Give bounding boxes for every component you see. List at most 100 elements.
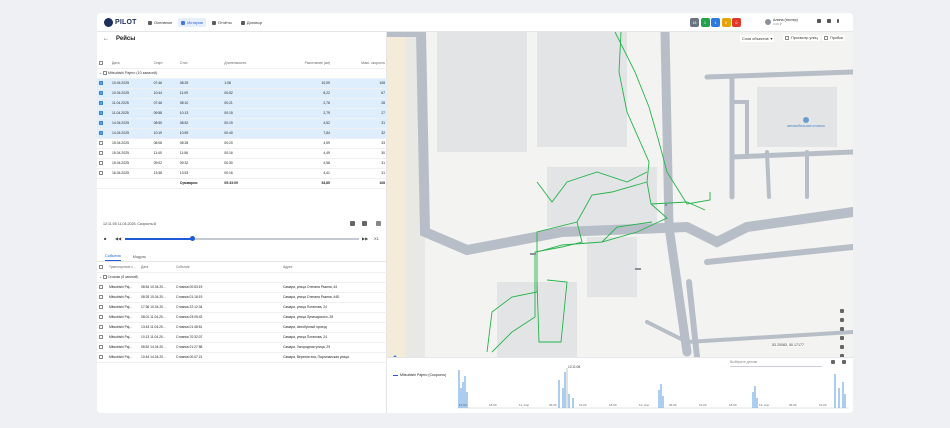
- column-header[interactable]: Длительность: [222, 58, 274, 69]
- row-checkbox[interactable]: [99, 315, 103, 320]
- table-row[interactable]: 11.04.2025 07:46 08:10 00:21 2,76 28: [97, 98, 387, 109]
- column-header[interactable]: Расстояние (км): [273, 58, 332, 69]
- row-checkbox[interactable]: [99, 171, 103, 176]
- rewind-button[interactable]: ◀◀: [115, 236, 121, 241]
- track-player: 12:11:05 11.04.2025. Скорость:8 ■ ◀◀ ▶▶ …: [97, 220, 387, 250]
- table-row[interactable]: 11.04.2025 09:58 10:13 00:15 2,79 27: [97, 108, 387, 119]
- row-checkbox[interactable]: [99, 81, 103, 86]
- status-badge-online[interactable]: 1: [700, 18, 710, 27]
- history-icon: [181, 20, 186, 25]
- traffic-checkbox[interactable]: [824, 36, 828, 40]
- user-menu[interactable]: Алина (тестер) 0,00 ₽: [765, 18, 798, 26]
- nav-item-reports[interactable]: Отчёты: [209, 18, 235, 27]
- zoom-out-icon[interactable]: [840, 318, 844, 322]
- ruler-icon[interactable]: [840, 345, 844, 349]
- close-icon[interactable]: [376, 221, 381, 226]
- back-arrow-icon[interactable]: ←: [103, 36, 109, 42]
- more-icon[interactable]: [837, 19, 839, 23]
- street-view-checkbox[interactable]: [785, 36, 789, 40]
- home-icon[interactable]: [362, 221, 367, 226]
- print-icon[interactable]: [840, 327, 844, 331]
- group-row[interactable]: ⌄ Mitsubishi Pajero (10 записей): [97, 68, 387, 79]
- table-row[interactable]: 15.04.2025 08:08 08:28 00:20 4,59 33: [97, 138, 387, 149]
- row-checkbox[interactable]: [99, 335, 103, 340]
- status-badge-warning[interactable]: 0: [721, 18, 731, 27]
- column-header[interactable]: Дата: [110, 58, 152, 69]
- table-row[interactable]: Mitsubishi Paj... 13:43 11.04.20... Стоя…: [97, 322, 387, 333]
- row-checkbox[interactable]: [99, 325, 103, 330]
- traffic-toggle[interactable]: Пробки: [822, 35, 845, 41]
- row-checkbox[interactable]: [99, 141, 103, 146]
- column-header[interactable]: Транспортное с...: [107, 262, 139, 273]
- status-badge-total[interactable]: 15: [690, 18, 699, 27]
- table-row[interactable]: 15.04.2025 09:02 09:32 00:30 4,58 31: [97, 158, 387, 169]
- table-row[interactable]: Mitsubishi Paj... 08:01 11.04.20... Стоя…: [97, 312, 387, 323]
- row-checkbox[interactable]: [99, 91, 103, 96]
- row-checkbox[interactable]: [99, 151, 103, 156]
- column-header[interactable]: Событие: [174, 262, 281, 273]
- nav-item-main[interactable]: Основное: [145, 18, 175, 27]
- column-header[interactable]: Дата: [139, 262, 174, 273]
- group-row[interactable]: ⌄ Стоянки (8 записей): [97, 272, 387, 283]
- forward-button[interactable]: ▶▶: [362, 236, 368, 241]
- table-row[interactable]: 15.04.2025 11:40 11:56 00:16 4,49 30: [97, 148, 387, 159]
- table-row[interactable]: Mitsubishi Paj... 10:44 14.04.20... Стоя…: [97, 352, 387, 363]
- select-all-checkbox[interactable]: [99, 264, 103, 269]
- column-header[interactable]: Макс. скорость: [331, 58, 387, 69]
- row-checkbox[interactable]: [99, 285, 103, 290]
- trip-distance: 4,59: [273, 138, 332, 149]
- trip-start: 10:44: [151, 88, 178, 99]
- map-canvas: [387, 32, 853, 357]
- status-badge-alarm[interactable]: 0: [732, 18, 741, 27]
- map-view[interactable]: Слои объектов ▾ Просмотр улиц Пробки авто…: [387, 32, 853, 357]
- nav-item-history[interactable]: История: [178, 18, 206, 27]
- stop-button[interactable]: ■: [104, 236, 106, 241]
- table-row[interactable]: Mitsubishi Paj... 08:52 14.04.20... Стоя…: [97, 342, 387, 353]
- select-all-checkbox[interactable]: [99, 60, 103, 65]
- status-badge-moving[interactable]: 1: [711, 18, 720, 27]
- fullscreen-icon[interactable]: [840, 336, 844, 340]
- axis-tick-label: 18:00: [609, 403, 617, 407]
- group-checkbox[interactable]: [103, 71, 108, 76]
- bell-icon[interactable]: [817, 19, 821, 23]
- zoom-in-icon[interactable]: [840, 309, 844, 313]
- column-header[interactable]: Стоп: [177, 58, 223, 69]
- table-row[interactable]: 10.04.2025 07:46 08:25 1:08 10,09 108: [97, 78, 387, 89]
- timeline-slider[interactable]: [125, 236, 359, 241]
- street-view-toggle[interactable]: Просмотр улиц: [783, 35, 820, 41]
- row-checkbox[interactable]: [99, 161, 103, 166]
- table-row[interactable]: Mitsubishi Paj... 10:13 11.04.20... Стоя…: [97, 332, 387, 343]
- event-date: 08:25 10.04.20...: [139, 292, 174, 303]
- layers-dropdown[interactable]: Слои объектов ▾: [740, 35, 775, 42]
- speed-chart[interactable]: [387, 358, 853, 413]
- map-coordinates: 53.20083, 50.17177: [772, 343, 804, 347]
- column-header[interactable]: Старт: [151, 58, 178, 69]
- table-row[interactable]: 14.04.2025 08:50 08:52 00:19 4,52 31: [97, 118, 387, 129]
- nav-item-contract[interactable]: Договор: [238, 18, 265, 27]
- eye-icon[interactable]: [350, 221, 355, 226]
- logo[interactable]: PILOT: [104, 18, 137, 27]
- row-checkbox[interactable]: [99, 101, 103, 106]
- column-header[interactable]: Адрес: [281, 262, 387, 273]
- table-row[interactable]: Mitsubishi Paj... 08:54 10.04.20... Стоя…: [97, 282, 387, 293]
- table-row[interactable]: Mitsubishi Paj... 17:36 10.04.20... Стоя…: [97, 302, 387, 313]
- row-checkbox[interactable]: [99, 355, 103, 360]
- timeline-handle[interactable]: [190, 236, 195, 241]
- row-checkbox[interactable]: [99, 345, 103, 350]
- table-row[interactable]: Mitsubishi Paj... 08:25 10.04.20... Стоя…: [97, 292, 387, 303]
- row-checkbox[interactable]: [99, 295, 103, 300]
- poi-parking[interactable]: автомобильная стоянка: [787, 117, 825, 128]
- row-checkbox[interactable]: [99, 111, 103, 116]
- tab-events[interactable]: События: [105, 254, 121, 261]
- tab-module[interactable]: Модуль: [133, 255, 146, 261]
- table-row[interactable]: 14.04.2025 10:19 10:59 00:40 7,84 32: [97, 128, 387, 139]
- row-checkbox[interactable]: [99, 305, 103, 310]
- row-checkbox[interactable]: [99, 121, 103, 126]
- table-row[interactable]: 10.04.2025 10:44 11:09 00:52 8,22 67: [97, 88, 387, 99]
- table-row[interactable]: 16.04.2025 13:38 13:53 00:16 4,41 31: [97, 168, 387, 179]
- axis-tick-label: 06:00: [669, 403, 677, 407]
- row-checkbox[interactable]: [99, 131, 103, 136]
- gear-icon[interactable]: [827, 19, 831, 23]
- speed-selector[interactable]: X1: [374, 236, 379, 241]
- group-checkbox[interactable]: [102, 275, 107, 280]
